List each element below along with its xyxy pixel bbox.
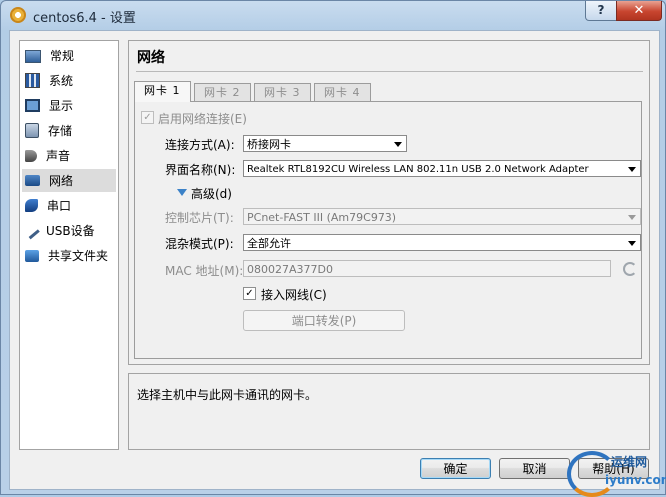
mac-address-value: 080027A377D0 [247, 263, 333, 276]
sidebar-item-label: 存储 [48, 124, 73, 138]
interface-name-select[interactable]: Realtek RTL8192CU Wireless LAN 802.11n U… [243, 160, 641, 177]
adapter-type-value: PCnet-FAST III (Am79C973) [247, 211, 397, 224]
sidebar-item-label: 显示 [49, 99, 74, 113]
tab-adapter-4[interactable]: 网卡 4 [314, 83, 371, 101]
sidebar-item-audio[interactable]: 声音 [22, 144, 116, 167]
attach-label: 连接方式(A): [165, 138, 235, 152]
tab-adapter-1[interactable]: 网卡 1 [134, 81, 191, 102]
virtualbox-gear-icon [10, 7, 26, 23]
refresh-icon[interactable] [623, 262, 637, 276]
sidebar-item-usb[interactable]: USB设备 [22, 219, 116, 242]
sidebar-item-system[interactable]: 系统 [22, 69, 116, 92]
shared-folder-icon [25, 249, 39, 262]
network-panel: 网络 网卡 1 网卡 2 网卡 3 网卡 4 ✓ 启用网络连接(E) 连接方式(… [128, 40, 650, 365]
sidebar-item-shared-folders[interactable]: 共享文件夹 [22, 244, 116, 267]
audio-icon [25, 149, 37, 162]
adapter-type-label: 控制芯片(T): [165, 211, 234, 225]
sidebar-item-label: 声音 [46, 149, 71, 163]
help-title-button[interactable]: ? [585, 1, 617, 21]
sidebar-item-storage[interactable]: 存储 [22, 119, 116, 142]
advanced-toggle[interactable]: 高级(d) [191, 185, 232, 202]
enable-adapter-checkbox[interactable]: ✓ [141, 111, 154, 124]
settings-sidebar: 常规 系统 显示 存储 声音 网络 串口 USB设备 共享文件夹 [19, 40, 119, 450]
interface-name-label: 界面名称(N): [165, 163, 236, 177]
watermark-text-top: 运维网 [611, 455, 648, 469]
promiscuous-label: 混杂模式(P): [165, 237, 234, 251]
promiscuous-mode-value: 全部允许 [247, 237, 291, 250]
sidebar-item-label: 串口 [47, 199, 72, 213]
sidebar-item-label: USB设备 [46, 224, 95, 238]
chevron-down-icon [628, 167, 636, 172]
general-icon [25, 49, 41, 63]
cable-connected-checkbox[interactable]: ✓ [243, 287, 256, 300]
serial-icon [25, 199, 38, 212]
window-title: centos6.4 - 设置 [33, 11, 136, 26]
settings-window: centos6.4 - 设置 ? ✕ 常规 系统 显示 存储 声音 网络 串口 … [0, 0, 666, 497]
attach-mode-value: 桥接网卡 [247, 138, 291, 151]
sidebar-item-label: 系统 [49, 74, 74, 88]
promiscuous-mode-select[interactable]: 全部允许 [243, 234, 641, 251]
close-button[interactable]: ✕ [616, 1, 662, 21]
tab-adapter-2[interactable]: 网卡 2 [194, 83, 251, 101]
port-forwarding-button[interactable]: 端口转发(P) [243, 310, 405, 331]
enable-adapter-label: 启用网络连接(E) [158, 112, 247, 126]
interface-name-value: Realtek RTL8192CU Wireless LAN 802.11n U… [247, 164, 589, 175]
panel-title: 网络 [137, 50, 165, 66]
description-text: 选择主机中与此网卡通讯的网卡。 [137, 388, 318, 402]
sidebar-item-display[interactable]: 显示 [22, 94, 116, 117]
storage-icon [25, 123, 39, 138]
sidebar-item-general[interactable]: 常规 [22, 44, 116, 67]
title-bar: centos6.4 - 设置 ? ✕ [1, 1, 665, 29]
ok-button[interactable]: 确定 [420, 458, 491, 479]
tab-adapter-3[interactable]: 网卡 3 [254, 83, 311, 101]
mac-address-field[interactable]: 080027A377D0 [243, 260, 611, 277]
mac-address-label: MAC 地址(M): [165, 264, 244, 278]
cancel-button[interactable]: 取消 [499, 458, 570, 479]
adapter-tab-page: ✓ 启用网络连接(E) 连接方式(A): 桥接网卡 界面名称(N): Realt… [134, 101, 642, 359]
sidebar-item-label: 常规 [50, 49, 75, 63]
network-icon [25, 175, 40, 186]
adapter-type-select[interactable]: PCnet-FAST III (Am79C973) [243, 208, 641, 225]
sidebar-item-serial[interactable]: 串口 [22, 194, 116, 217]
usb-icon [22, 221, 40, 240]
watermark-text-bottom: iyunv.com [605, 473, 666, 487]
attach-mode-select[interactable]: 桥接网卡 [243, 135, 407, 152]
chevron-down-icon [628, 241, 636, 246]
system-icon [25, 73, 40, 88]
site-watermark: 运维网 iyunv.com [567, 449, 666, 497]
cable-connected-label: 接入网线(C) [261, 288, 327, 302]
sidebar-item-network[interactable]: 网络 [22, 169, 116, 192]
description-panel: 选择主机中与此网卡通讯的网卡。 [128, 373, 650, 450]
expand-advanced-icon[interactable] [177, 189, 187, 196]
sidebar-item-label: 网络 [49, 174, 74, 188]
chevron-down-icon [628, 215, 636, 220]
sidebar-item-label: 共享文件夹 [48, 249, 109, 263]
dialog-client-area: 常规 系统 显示 存储 声音 网络 串口 USB设备 共享文件夹 网络 网卡 1… [9, 30, 660, 490]
display-icon [25, 99, 40, 112]
title-divider [136, 71, 643, 72]
chevron-down-icon [394, 142, 402, 147]
